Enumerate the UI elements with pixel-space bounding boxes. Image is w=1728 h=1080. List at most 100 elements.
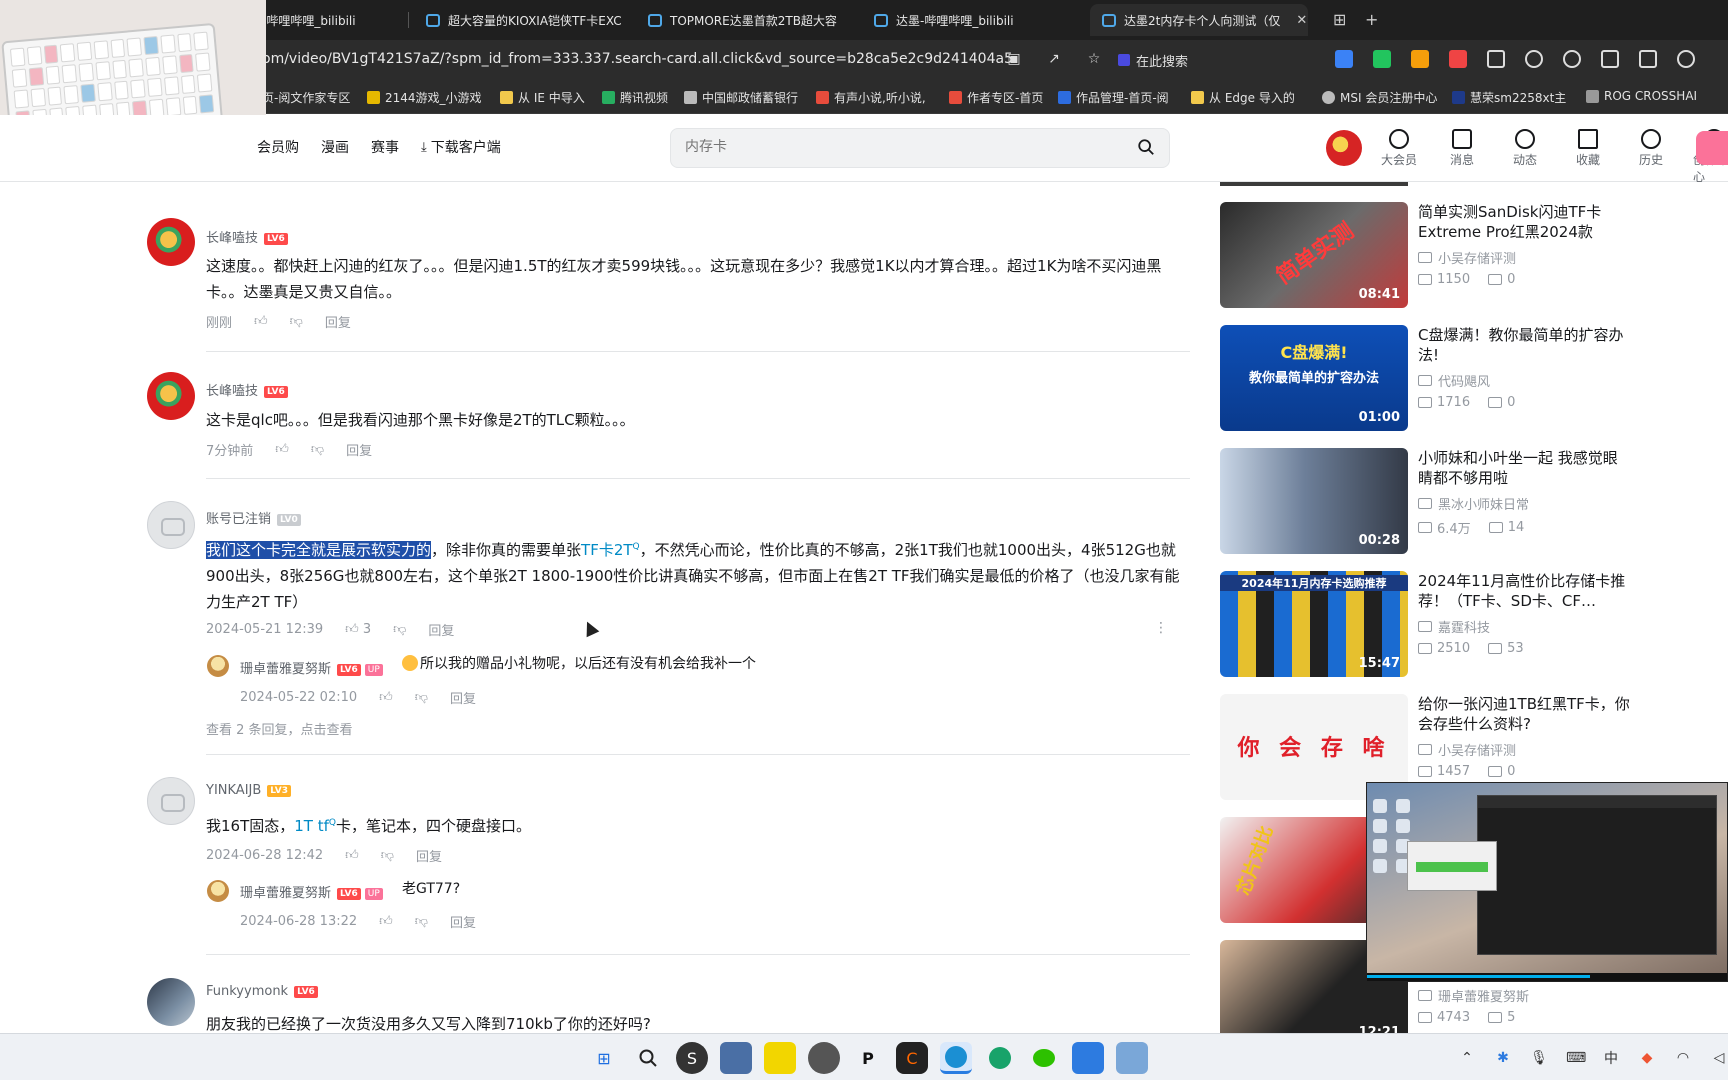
collections-icon[interactable] <box>1639 50 1657 68</box>
new-tab-icon[interactable]: + <box>1365 10 1378 29</box>
browser-tab[interactable]: 达墨-哔哩哔哩_bilibili <box>862 4 1072 36</box>
share-icon[interactable]: ↗ <box>1045 50 1063 68</box>
bookmark-item[interactable]: 从 Edge 导入的 <box>1191 89 1295 106</box>
bookmark-item[interactable]: 页-阅文作家专区 <box>262 89 350 106</box>
reply-avatar[interactable] <box>207 655 229 677</box>
extensions-icon[interactable] <box>1487 50 1505 68</box>
search-icon[interactable] <box>632 1042 664 1074</box>
video-author[interactable]: 小吴存储评测 <box>1418 740 1516 759</box>
picture-in-picture-video[interactable] <box>1366 782 1728 982</box>
comment-username[interactable]: YINKAIJB LV3 <box>206 783 292 798</box>
recommended-video[interactable]: 简单实测 08:41 简单实测SanDisk闪迪TF卡Extreme Pro红黑… <box>1220 202 1640 310</box>
dislike-icon[interactable]: 👎︎ <box>415 690 428 705</box>
avatar[interactable] <box>147 777 195 825</box>
bookmark-item[interactable]: 作者专区-首页 <box>949 89 1043 106</box>
edge-browser-icon[interactable] <box>940 1042 972 1074</box>
video-thumbnail[interactable]: C盘爆满! 教你最简单的扩容办法 01:00 <box>1220 325 1408 431</box>
bookmark-item[interactable]: MSI 会员注册中心 <box>1322 89 1437 106</box>
microphone-icon[interactable]: 🎙︎ <box>1530 1050 1548 1066</box>
comment-username[interactable]: 账号已注销 LV0 <box>206 508 301 527</box>
keyboard-icon[interactable]: ⌨ <box>1566 1050 1586 1066</box>
site-search-input[interactable] <box>685 139 1105 155</box>
search-link[interactable]: 1T tf <box>294 817 329 835</box>
favorite-star-icon[interactable]: ☆ <box>1085 50 1103 68</box>
browser-tab[interactable]: -哔哩哔哩_bilibili <box>250 4 400 36</box>
comment-username[interactable]: 长峰嗑技 LV6 <box>206 380 288 399</box>
upload-button[interactable] <box>1696 131 1728 165</box>
nav-esports[interactable]: 赛事 <box>371 137 399 157</box>
url-field[interactable]: om/video/BV1gT421S7aZ/?spm_id_from=333.3… <box>262 51 1013 67</box>
recommended-video[interactable]: 00:28 小师妹和小叶坐一起 我感觉眼睛都不够用啦 黑冰小师妹日常 6.4万 … <box>1220 448 1640 556</box>
reader-mode-icon[interactable]: ▣ <box>1005 50 1023 68</box>
reading-view-icon[interactable] <box>1601 50 1619 68</box>
nav-manga[interactable]: 漫画 <box>321 137 349 157</box>
dislike-icon[interactable]: 👎︎ <box>290 314 303 329</box>
avatar[interactable] <box>147 978 195 1026</box>
tab-actions-icon[interactable]: ⊞ <box>1333 10 1346 29</box>
more-options-icon[interactable]: ⋮ <box>1154 620 1168 636</box>
like-icon[interactable]: 👍︎ <box>275 442 289 457</box>
bookmark-item[interactable]: 作品管理-首页-阅 <box>1058 89 1169 106</box>
comment-username[interactable]: 长峰嗑技 LV6 <box>206 227 288 246</box>
ctrip-icon[interactable]: C <box>896 1042 928 1074</box>
wechat-icon[interactable] <box>1028 1042 1060 1074</box>
video-author[interactable]: 嘉霆科技 <box>1418 617 1490 636</box>
reply-avatar[interactable] <box>207 880 229 902</box>
reply-button[interactable]: 回复 <box>450 912 476 931</box>
video-thumbnail[interactable]: 简单实测 08:41 <box>1220 202 1408 308</box>
download-client-link[interactable]: ⤓ 下载客户端 <box>421 137 501 157</box>
reply-button[interactable]: 回复 <box>450 688 476 707</box>
start-menu-icon[interactable]: ⊞ <box>588 1042 620 1074</box>
header-vip[interactable]: 大会员 <box>1378 129 1420 185</box>
video-title[interactable]: 简单实测SanDisk闪迪TF卡Extreme Pro红黑2024款2TB… <box>1418 202 1630 242</box>
chevron-up-icon[interactable]: ⌃ <box>1458 1050 1476 1066</box>
like-icon[interactable]: 👍︎ <box>379 914 393 929</box>
reply-button[interactable]: 回复 <box>416 846 442 865</box>
pip-seek-bar[interactable] <box>1367 973 1727 981</box>
bookmark-item[interactable]: 慧荣sm2258xt主 <box>1452 89 1566 106</box>
p-app-icon[interactable]: P <box>852 1042 884 1074</box>
header-messages[interactable]: 消息 <box>1441 129 1483 185</box>
like-icon[interactable]: 👍︎ <box>379 690 393 705</box>
browser-tab[interactable]: TOPMORE达墨首款2TB超大容 <box>636 4 858 36</box>
bluetooth-icon[interactable]: ✱ <box>1494 1050 1512 1066</box>
security-icon[interactable]: ◆ <box>1638 1050 1656 1066</box>
video-title[interactable]: 2024年11月高性价比存储卡推荐！（TF卡、SD卡、CF… <box>1418 571 1630 611</box>
potplayer-icon[interactable] <box>764 1042 796 1074</box>
video-author[interactable]: 黑冰小师妹日常 <box>1418 494 1529 513</box>
recommended-video[interactable]: 2024年11月内存卡选购推荐 15:47 2024年11月高性价比存储卡推荐！… <box>1220 571 1640 679</box>
system-tool-icon[interactable] <box>1116 1042 1148 1074</box>
video-author[interactable]: 小吴存储评测 <box>1418 248 1516 267</box>
browser-search-box[interactable]: 在此搜索 <box>1108 46 1308 74</box>
dislike-icon[interactable]: 👎︎ <box>393 622 406 637</box>
close-tab-icon[interactable]: ✕ <box>1296 13 1307 28</box>
comment-username[interactable]: Funkyymonk LV6 <box>206 984 318 999</box>
sheets-extension-icon[interactable] <box>1373 50 1391 68</box>
store-icon[interactable] <box>1072 1042 1104 1074</box>
reply-button[interactable]: 回复 <box>325 312 351 331</box>
header-history[interactable]: 历史 <box>1630 129 1672 185</box>
like-icon[interactable]: 👍︎ <box>254 314 268 329</box>
game-app-icon[interactable] <box>808 1042 840 1074</box>
recommended-video[interactable]: C盘爆满! 教你最简单的扩容办法 01:00 C盘爆满！教你最简单的扩容办法! … <box>1220 325 1640 433</box>
video-title[interactable]: 给你一张闪迪1TB红黑TF卡，你会存些什么资料? <box>1418 694 1630 734</box>
s-app-icon[interactable]: S <box>676 1042 708 1074</box>
reply-button[interactable]: 回复 <box>346 440 372 459</box>
user-avatar[interactable] <box>1326 130 1362 166</box>
wifi-icon[interactable]: ◠ <box>1674 1050 1692 1066</box>
reply-button[interactable]: 回复 <box>428 620 454 639</box>
history-icon[interactable] <box>1677 50 1695 68</box>
bookmark-item[interactable]: 中国邮政储蓄银行 <box>684 89 798 106</box>
video-title[interactable]: 小师妹和小叶坐一起 我感觉眼睛都不够用啦 <box>1418 448 1630 488</box>
view-more-replies[interactable]: 查看 2 条回复，点击查看 <box>206 719 353 738</box>
downloads-icon[interactable] <box>1563 50 1581 68</box>
avatar[interactable] <box>147 372 195 420</box>
browser-tab[interactable]: 超大容量的KIOXIA铠侠TF卡EXC <box>414 4 624 36</box>
browser-tab-active[interactable]: 达墨2t内存卡个人向测试（仅 ✕ <box>1090 4 1308 36</box>
ime-icon[interactable]: 中 <box>1602 1048 1620 1068</box>
dislike-icon[interactable]: 👎︎ <box>381 848 394 863</box>
pdf-extension-icon[interactable] <box>1449 50 1467 68</box>
dislike-icon[interactable]: 👎︎ <box>311 442 324 457</box>
dislike-icon[interactable]: 👎︎ <box>415 914 428 929</box>
bookmark-item[interactable]: ROG CROSSHAI <box>1586 89 1697 103</box>
